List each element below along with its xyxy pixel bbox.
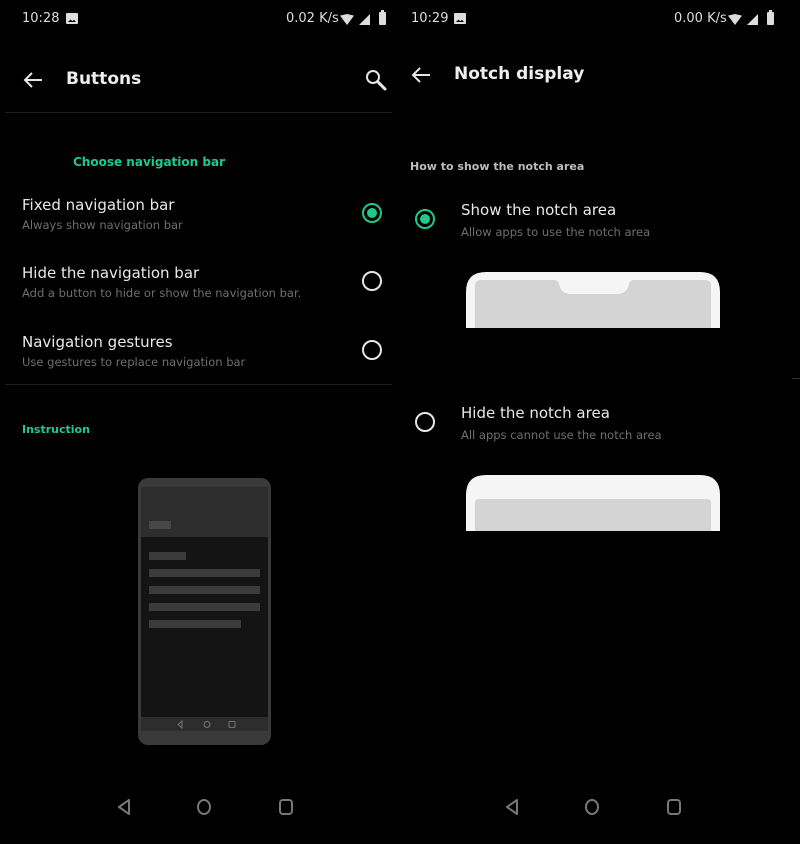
divider bbox=[5, 112, 392, 113]
recents-icon[interactable] bbox=[278, 798, 294, 816]
search-icon[interactable] bbox=[364, 68, 388, 92]
back-icon[interactable] bbox=[116, 798, 132, 816]
battery-icon bbox=[767, 10, 774, 25]
system-navigation-bar bbox=[0, 784, 400, 844]
back-icon[interactable] bbox=[504, 798, 520, 816]
home-icon[interactable] bbox=[196, 798, 212, 816]
option-description: Always show navigation bar bbox=[22, 218, 183, 232]
arrow-left-icon[interactable] bbox=[22, 69, 44, 91]
option-fixed-navigation-bar[interactable]: Fixed navigation bar Always show navigat… bbox=[0, 196, 400, 248]
section-title: Choose navigation bar bbox=[73, 155, 225, 169]
page-title: Buttons bbox=[66, 69, 142, 89]
section-title: How to show the notch area bbox=[410, 160, 585, 173]
home-icon[interactable] bbox=[584, 798, 600, 816]
radio-button[interactable] bbox=[415, 412, 435, 432]
battery-icon bbox=[379, 10, 386, 25]
notch-display-screen: 10:29 0.00 K/s Notch display How to show… bbox=[400, 0, 800, 844]
option-description: Allow apps to use the notch area bbox=[461, 225, 651, 239]
notch-hidden-illustration bbox=[466, 475, 720, 531]
buttons-settings-screen: 10:28 0.02 K/s Buttons Choose navigation… bbox=[0, 0, 400, 844]
option-description: Add a button to hide or show the navigat… bbox=[22, 286, 302, 300]
app-bar: Buttons bbox=[0, 66, 400, 96]
image-icon bbox=[454, 13, 466, 24]
signal-icon bbox=[747, 14, 758, 25]
wifi-icon bbox=[340, 14, 354, 25]
radio-button[interactable] bbox=[362, 340, 382, 360]
notch-shown-illustration bbox=[466, 272, 720, 328]
app-bar: Notch display bbox=[400, 62, 800, 92]
image-icon bbox=[66, 13, 78, 24]
status-bar: 10:29 0.00 K/s bbox=[400, 10, 800, 30]
option-label: Show the notch area bbox=[461, 201, 617, 219]
signal-icon bbox=[359, 14, 370, 25]
option-label: Fixed navigation bar bbox=[22, 196, 175, 214]
option-description: Use gestures to replace navigation bar bbox=[22, 355, 246, 369]
phone-navigation-bar-illustration bbox=[138, 478, 271, 745]
arrow-left-icon[interactable] bbox=[410, 64, 432, 86]
option-show-notch-area[interactable]: Show the notch area Allow apps to use th… bbox=[400, 201, 800, 361]
divider bbox=[792, 378, 800, 379]
option-description: All apps cannot use the notch area bbox=[461, 428, 662, 442]
option-label: Navigation gestures bbox=[22, 333, 173, 351]
page-title: Notch display bbox=[454, 64, 585, 84]
instruction-title: Instruction bbox=[22, 423, 90, 436]
recents-icon[interactable] bbox=[666, 798, 682, 816]
network-speed: 0.00 K/s bbox=[674, 11, 727, 26]
radio-button-selected[interactable] bbox=[415, 209, 435, 229]
status-bar: 10:28 0.02 K/s bbox=[0, 10, 400, 30]
option-label: Hide the notch area bbox=[461, 404, 610, 422]
option-label: Hide the navigation bar bbox=[22, 264, 200, 282]
radio-button[interactable] bbox=[362, 271, 382, 291]
system-navigation-bar bbox=[400, 784, 800, 844]
status-time: 10:28 bbox=[22, 11, 60, 26]
option-navigation-gestures[interactable]: Navigation gestures Use gestures to repl… bbox=[0, 333, 400, 385]
wifi-icon bbox=[728, 14, 742, 25]
status-time: 10:29 bbox=[411, 11, 449, 26]
divider bbox=[5, 384, 392, 385]
option-hide-notch-area[interactable]: Hide the notch area All apps cannot use … bbox=[400, 404, 800, 534]
radio-button-selected[interactable] bbox=[362, 203, 382, 223]
network-speed: 0.02 K/s bbox=[286, 11, 339, 26]
option-hide-navigation-bar[interactable]: Hide the navigation bar Add a button to … bbox=[0, 264, 400, 316]
